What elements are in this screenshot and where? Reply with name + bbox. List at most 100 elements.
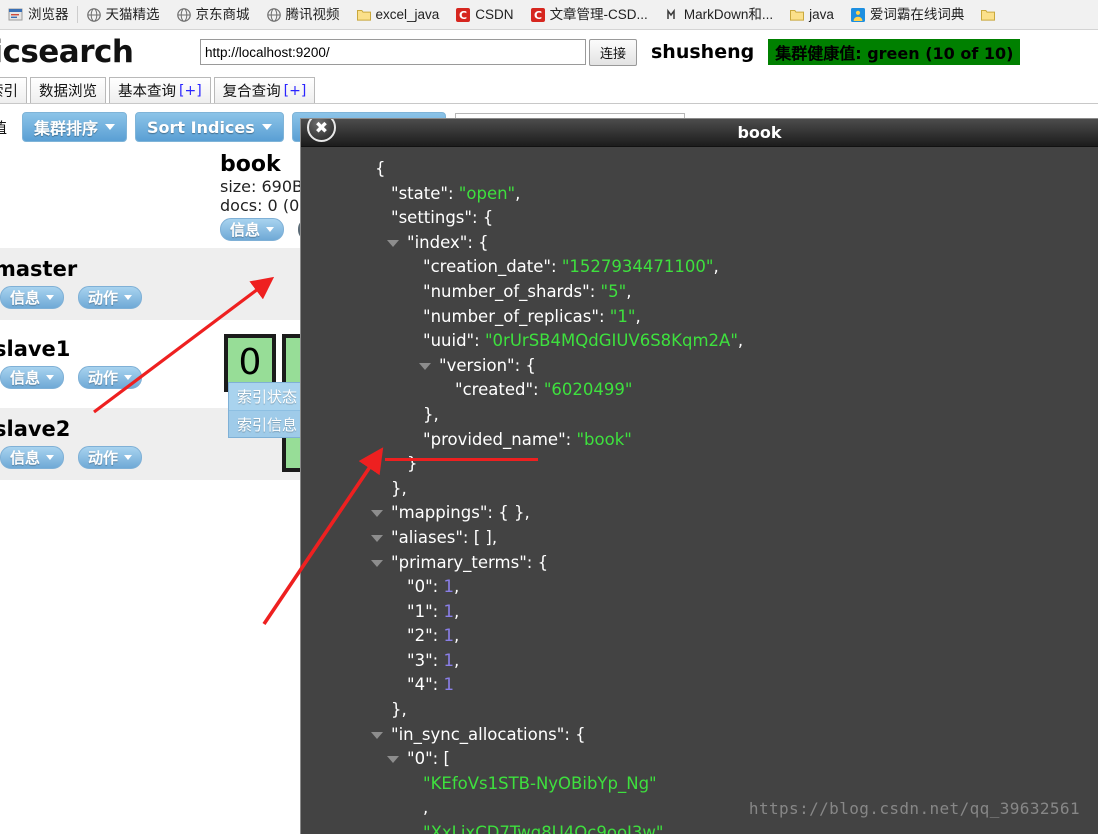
bookmark-folder-last[interactable] bbox=[972, 0, 1004, 29]
bookmark-item-markdown[interactable]: MarkDown和... bbox=[656, 0, 781, 29]
bookmark-item-csdn[interactable]: C CSDN bbox=[447, 0, 521, 29]
json-line: "mappings": { }, bbox=[359, 501, 1098, 526]
json-token: } bbox=[407, 454, 418, 474]
json-token: "number_of_replicas": bbox=[423, 306, 610, 326]
json-token: "6020499" bbox=[543, 380, 633, 400]
sort-cluster-label: 集群排序 bbox=[34, 119, 99, 138]
json-token: "4": bbox=[407, 675, 444, 695]
chevron-down-icon bbox=[46, 375, 55, 380]
json-token: , bbox=[713, 257, 719, 277]
json-line: "primary_terms": { bbox=[359, 551, 1098, 576]
node-action-button[interactable]: 动作 bbox=[78, 286, 143, 309]
bookmark-label: java bbox=[809, 6, 834, 22]
json-token: "5" bbox=[600, 281, 627, 301]
json-token: "uuid": bbox=[423, 331, 485, 351]
tab-data-browse[interactable]: 数据浏览 bbox=[30, 77, 106, 103]
bookmark-label: excel_java bbox=[375, 6, 440, 22]
tab-basic-query[interactable]: 基本查询 [+] bbox=[109, 77, 211, 103]
app-logo: ticsearch bbox=[0, 34, 134, 70]
node-info-button[interactable]: 信息 bbox=[0, 446, 65, 469]
sort-cluster-button[interactable]: 集群排序 bbox=[22, 112, 128, 142]
close-icon[interactable]: ✖ bbox=[307, 119, 336, 142]
bookmark-item-jd[interactable]: 京东商城 bbox=[168, 0, 258, 29]
json-line: { bbox=[359, 157, 1098, 182]
json-line: "4": 1 bbox=[359, 673, 1098, 698]
json-line: "2": 1, bbox=[359, 624, 1098, 649]
json-token: "state": bbox=[391, 183, 459, 203]
json-token: , bbox=[515, 183, 521, 203]
globe-icon bbox=[86, 7, 101, 22]
json-token: "settings": { bbox=[391, 208, 494, 228]
chevron-down-icon bbox=[124, 295, 133, 300]
node-action-button[interactable]: 动作 bbox=[78, 366, 143, 389]
node-action-label: 动作 bbox=[88, 289, 119, 307]
tab-expand-icon: [+] bbox=[283, 82, 307, 99]
collapse-triangle-icon[interactable] bbox=[419, 362, 431, 370]
bookmark-item-tencent-video[interactable]: 腾讯视频 bbox=[258, 0, 348, 29]
bookmark-item-article-manage[interactable]: C 文章管理-CSD... bbox=[522, 0, 656, 29]
bookmark-item[interactable]: 浏览器 bbox=[0, 0, 77, 29]
modal-titlebar: ✖ book bbox=[301, 119, 1098, 147]
node-action-label: 动作 bbox=[88, 449, 119, 467]
json-line: "index": { bbox=[359, 231, 1098, 256]
json-token: "KEfoVs1STB-NyOBibYp_Ng" bbox=[423, 773, 657, 793]
toolbar-left-label: 值 bbox=[0, 117, 14, 138]
collapse-triangle-icon[interactable] bbox=[371, 510, 383, 518]
bookmark-label: 天猫精选 bbox=[105, 6, 160, 22]
folder-icon bbox=[981, 9, 996, 21]
modal-body[interactable]: {"state": "open", "settings": {"index": {… bbox=[301, 147, 1098, 834]
json-line: }, bbox=[359, 477, 1098, 502]
globe-icon bbox=[176, 7, 191, 22]
markdown-icon bbox=[667, 8, 675, 19]
json-line: "aliases": [ ], bbox=[359, 526, 1098, 551]
folder-icon bbox=[356, 9, 371, 21]
json-token: "0": bbox=[407, 577, 444, 597]
json-token: 1 bbox=[443, 675, 454, 695]
json-token: 1 bbox=[443, 626, 454, 646]
app-header: ticsearch 连接 shusheng 集群健康值: green (10 o… bbox=[0, 30, 1098, 74]
cluster-name: shusheng bbox=[651, 41, 755, 63]
svg-text:C: C bbox=[459, 9, 467, 22]
connection-url-input[interactable] bbox=[200, 39, 586, 65]
json-token: , bbox=[453, 650, 460, 670]
index-info-button[interactable]: 信息 bbox=[220, 218, 285, 241]
json-token: "3": bbox=[407, 650, 444, 670]
json-token: , bbox=[423, 798, 429, 818]
json-line: "0": [ bbox=[359, 747, 1098, 772]
bookmark-folder-excel-java[interactable]: excel_java bbox=[348, 0, 448, 29]
tab-label: 基本查询 bbox=[118, 84, 176, 100]
json-token: , bbox=[635, 306, 641, 326]
json-token: "index": { bbox=[407, 232, 489, 252]
index-info-modal: ✖ book {"state": "open", "settings": {"in… bbox=[300, 118, 1098, 834]
collapse-triangle-icon[interactable] bbox=[387, 756, 399, 764]
json-line: "XxLixCD7Twq8U4Oc9ooJ3w" bbox=[359, 821, 1098, 834]
tab-composite-query[interactable]: 复合查询 [+] bbox=[213, 77, 316, 103]
bookmark-item-tmall[interactable]: 天猫精选 bbox=[78, 0, 168, 29]
json-line: "0": 1, bbox=[359, 575, 1098, 600]
bookmark-label: 浏览器 bbox=[28, 6, 69, 22]
connect-button[interactable]: 连接 bbox=[589, 38, 637, 66]
json-viewer: {"state": "open", "settings": {"index": {… bbox=[301, 157, 1098, 834]
json-token: "in_sync_allocations": { bbox=[391, 724, 586, 744]
chevron-down-icon bbox=[46, 295, 55, 300]
collapse-triangle-icon[interactable] bbox=[371, 731, 383, 739]
collapse-triangle-icon[interactable] bbox=[371, 534, 383, 542]
json-token: { bbox=[375, 159, 386, 178]
json-token: "XxLixCD7Twq8U4Oc9ooJ3w" bbox=[423, 823, 664, 834]
json-token: "aliases": [ ], bbox=[391, 527, 498, 547]
bookmark-item-iciba[interactable]: 爱词霸在线词典 bbox=[842, 0, 973, 29]
node-info-button[interactable]: 信息 bbox=[0, 286, 65, 309]
node-action-label: 动作 bbox=[88, 369, 119, 387]
tab-indices[interactable]: 索引 bbox=[0, 77, 27, 103]
collapse-triangle-icon[interactable] bbox=[387, 239, 399, 247]
collapse-triangle-icon[interactable] bbox=[371, 559, 383, 567]
json-line: "number_of_shards": "5", bbox=[359, 280, 1098, 305]
node-info-label: 信息 bbox=[10, 449, 41, 467]
node-action-button[interactable]: 动作 bbox=[78, 446, 143, 469]
sort-indices-button[interactable]: Sort Indices bbox=[135, 112, 284, 142]
json-line: "1": 1, bbox=[359, 600, 1098, 625]
bookmark-label: 腾讯视频 bbox=[285, 6, 340, 22]
node-info-button[interactable]: 信息 bbox=[0, 366, 65, 389]
bookmark-folder-java[interactable]: java bbox=[781, 0, 842, 29]
watermark: https://blog.csdn.net/qq_39632561 bbox=[748, 799, 1080, 818]
